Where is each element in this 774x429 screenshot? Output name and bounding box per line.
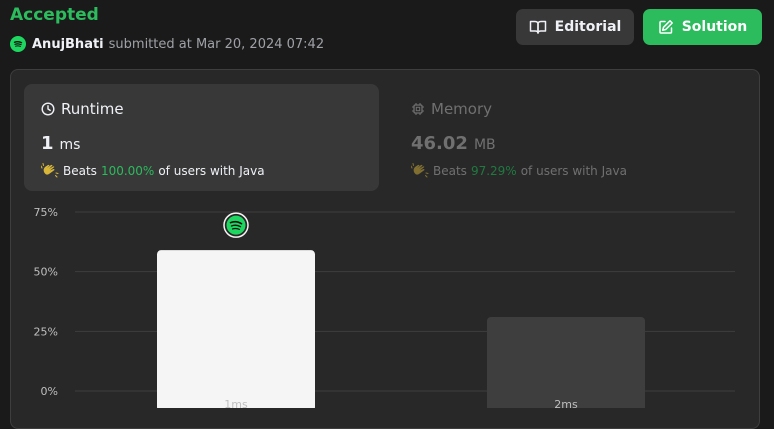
y-tick-label: 50% (34, 266, 58, 279)
x-tick-label: 2ms (554, 398, 578, 408)
x-tick-label: 1ms (224, 398, 248, 408)
chart-bar[interactable] (157, 250, 315, 408)
chart-bar[interactable] (487, 317, 645, 408)
y-tick-label: 0% (41, 385, 58, 398)
y-tick-label: 25% (34, 325, 58, 338)
runtime-distribution-chart: 0% 25% 50% 75% 1ms 2ms (34, 206, 735, 408)
y-tick-label: 75% (34, 206, 58, 219)
